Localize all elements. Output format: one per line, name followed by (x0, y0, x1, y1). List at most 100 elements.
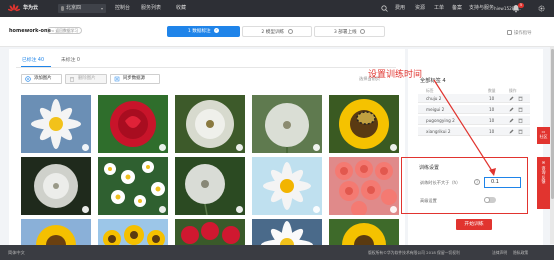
check-icon: ✓ (214, 28, 220, 33)
label-name: pugongying 2 (426, 118, 455, 123)
step-data-labeling[interactable]: 1 数据标注 ✓ (167, 26, 240, 37)
notification-badge: 5 (518, 3, 524, 8)
image-thumbnail[interactable] (21, 95, 91, 153)
search-icon[interactable] (381, 5, 388, 12)
nav-support[interactable]: 支持与服务 (469, 0, 494, 17)
training-duration-label: 训练时长不大于（h） (420, 180, 461, 185)
training-duration-input[interactable]: 0.1 (484, 177, 521, 188)
add-image-button[interactable]: 添加图片 (21, 74, 62, 84)
region-selector[interactable]: 北京四 ▾ (58, 4, 106, 13)
label-count: 10 (489, 107, 495, 112)
zoom-icon[interactable] (390, 206, 397, 213)
image-thumbnail[interactable] (329, 95, 399, 153)
label-row: chuju 2 10 (418, 94, 530, 103)
annotation-text: 设置训练时间 (368, 70, 423, 80)
legal-link[interactable]: 法律声明 (492, 245, 507, 260)
scrollbar[interactable] (550, 47, 554, 244)
label-count: 10 (489, 118, 495, 123)
side-tab-community[interactable]: ▭ 社区 (537, 127, 550, 144)
image-thumbnail[interactable] (98, 219, 168, 245)
zoom-icon[interactable] (390, 144, 397, 151)
step-label: 2 模型训练 (261, 30, 285, 35)
back-button[interactable]: < 返回数据学习 (47, 27, 83, 34)
edit-icon[interactable] (509, 129, 514, 134)
nav-filing[interactable]: 备案 (452, 0, 462, 17)
trash-icon[interactable] (518, 118, 523, 123)
trash-icon[interactable] (518, 129, 523, 134)
sync-datasource-label: 同步数据源 (123, 76, 145, 81)
privacy-link[interactable]: 隐私政策 (513, 245, 528, 260)
language-selector[interactable]: 简体中文 (8, 245, 25, 260)
image-thumbnail[interactable] (329, 157, 399, 215)
nav-console[interactable]: 控制台 (115, 0, 130, 17)
zoom-icon[interactable] (313, 144, 320, 151)
tab-labeled[interactable]: 已标注 40 (22, 56, 44, 65)
add-image-label: 添加图片 (34, 76, 52, 81)
advanced-settings-toggle[interactable] (484, 197, 496, 203)
edit-icon[interactable] (509, 107, 514, 112)
all-labels-title: 全部标签 4 (420, 78, 446, 84)
scrollbar-thumb[interactable] (550, 49, 554, 199)
zoom-icon[interactable] (313, 206, 320, 213)
mail-icon: ✉ (541, 160, 546, 165)
nav-favorites[interactable]: 收藏 (176, 0, 186, 17)
nav-tickets[interactable]: 工单 (434, 0, 444, 17)
operation-guide-link[interactable]: 操作指导 (514, 30, 532, 36)
location-icon (61, 6, 64, 11)
zoom-icon[interactable] (236, 206, 243, 213)
image-thumbnail[interactable] (21, 219, 91, 245)
copyright-text: 版权所有©华为软件技术有限公司 2018 保留一切权利 (368, 250, 460, 255)
image-thumbnail[interactable] (98, 157, 168, 215)
nav-fees[interactable]: 费用 (395, 0, 405, 17)
step-label: 1 数据标注 (187, 29, 211, 34)
training-settings-title: 训练设置 (419, 165, 440, 171)
project-title: homework-one (9, 28, 51, 34)
edit-icon[interactable] (509, 96, 514, 101)
gear-icon[interactable] (538, 5, 545, 12)
zoom-icon[interactable] (82, 206, 89, 213)
image-thumbnail[interactable] (252, 95, 322, 153)
image-thumbnail[interactable] (98, 95, 168, 153)
label-row: xiangrikui 2 10 (418, 127, 530, 136)
trash-icon (69, 76, 75, 82)
image-thumbnail[interactable] (175, 95, 245, 153)
brand-name: 华为云 (23, 5, 39, 11)
sync-datasource-button[interactable]: 同步数据源 (110, 74, 160, 84)
plus-circle-icon (25, 76, 31, 82)
label-row: meigui 2 10 (418, 105, 530, 114)
image-thumbnail[interactable] (21, 157, 91, 215)
step-label: 3 部署上线 (333, 30, 357, 35)
side-tab-feedback[interactable]: ✉ 咨询·反馈 (537, 157, 550, 209)
label-name: xiangrikui 2 (426, 129, 451, 134)
label-count: 10 (489, 96, 495, 101)
step-model-training[interactable]: 2 模型训练 (242, 26, 312, 37)
image-thumbnail[interactable] (175, 219, 245, 245)
toggle-knob (484, 197, 490, 203)
edit-icon[interactable] (509, 118, 514, 123)
tab-unlabeled[interactable]: 未标注 0 (61, 56, 80, 65)
help-icon[interactable]: ? (474, 179, 480, 185)
zoom-icon[interactable] (159, 206, 166, 213)
label-count: 10 (489, 129, 495, 134)
label-name: meigui 2 (426, 107, 445, 112)
label-row: pugongying 2 10 (418, 116, 530, 125)
image-thumbnail[interactable] (252, 157, 322, 215)
image-thumbnail[interactable] (252, 219, 322, 245)
top-bar: 华为云 北京四 ▾ 控制台 服务列表 收藏 费用 资源 工单 备案 支持与服务 … (0, 0, 554, 17)
image-thumbnail[interactable] (329, 219, 399, 245)
image-thumbnail[interactable] (175, 157, 245, 215)
footer-bar: 简体中文 版权所有©华为软件技术有限公司 2018 保留一切权利 法律声明 隐私… (0, 245, 554, 260)
delete-image-button[interactable]: 删除图片 (65, 74, 107, 84)
nav-resources[interactable]: 资源 (415, 0, 425, 17)
zoom-icon[interactable] (159, 144, 166, 151)
trash-icon[interactable] (518, 96, 523, 101)
step-deploy[interactable]: 3 部署上线 (314, 26, 385, 37)
nav-service-list[interactable]: 服务列表 (141, 0, 161, 17)
start-training-button[interactable]: 开始训练 (456, 219, 492, 230)
zoom-icon[interactable] (82, 144, 89, 151)
clock-icon (287, 29, 293, 34)
huawei-logo-icon[interactable] (7, 4, 21, 13)
trash-icon[interactable] (518, 107, 523, 112)
zoom-icon[interactable] (236, 144, 243, 151)
delete-image-label: 删除图片 (78, 76, 96, 81)
